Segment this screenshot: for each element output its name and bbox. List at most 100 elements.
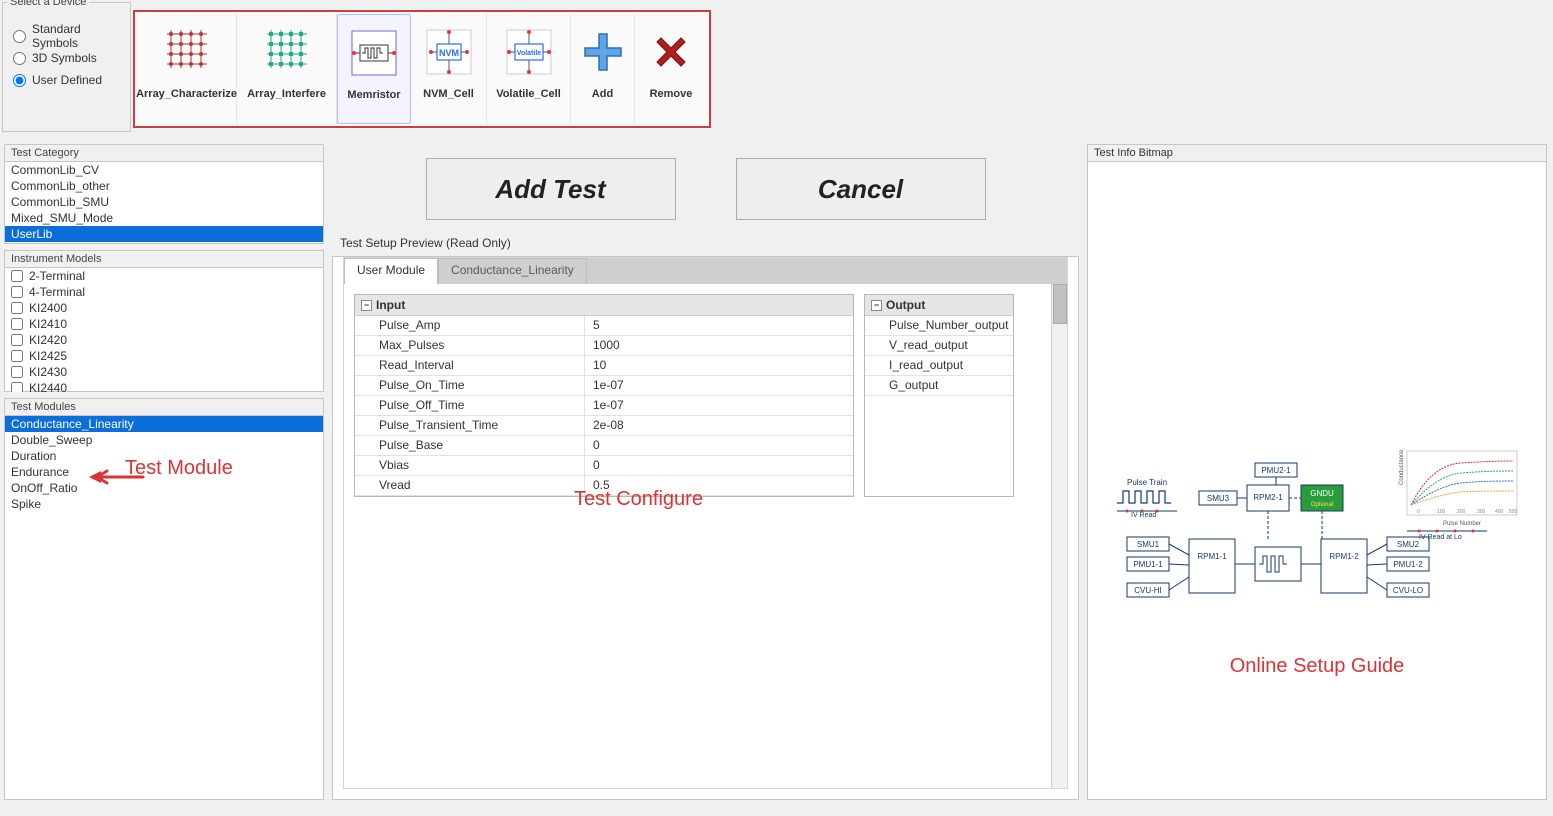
radio-standard-symbols-label: Standard Symbols [32,22,122,50]
add-test-button[interactable]: Add Test [426,158,676,220]
property-key: Max_Pulses [355,336,585,355]
checkbox-input[interactable] [11,334,23,346]
toolbar-item-label: Add [592,88,613,100]
toolbar-item-nvm-cell[interactable]: NVM NVM_Cell [411,14,487,124]
list-item[interactable]: OnOff_Ratio [5,480,323,496]
toolbar-item-add[interactable]: Add [571,14,635,124]
cancel-button[interactable]: Cancel [736,158,986,220]
test-modules-panel: Test Modules Conductance_LinearityDouble… [4,398,324,800]
property-row[interactable]: Pulse_On_Time1e-07 [355,376,853,396]
property-value: 5 [585,316,853,335]
tab-user-module[interactable]: User Module [344,258,438,284]
property-row[interactable]: G_output [865,376,1013,396]
svg-text:300: 300 [1477,509,1486,515]
property-row[interactable]: Vbias0 [355,456,853,476]
check-item[interactable]: 4-Terminal [5,284,323,300]
list-item[interactable]: CommonLib_SMU [5,194,323,210]
property-row[interactable]: Read_Interval10 [355,356,853,376]
test-category-title: Test Category [5,145,323,162]
list-item[interactable]: UserLib [5,226,323,242]
radio-user-defined-label: User Defined [32,73,102,87]
check-item[interactable]: KI2420 [5,332,323,348]
toolbar-item-volatile-cell[interactable]: Volatile Volatile_Cell [487,14,571,124]
property-row[interactable]: Pulse_Amp5 [355,316,853,336]
property-key: Pulse_Off_Time [355,396,585,415]
tab-conductance-linearity[interactable]: Conductance_Linearity [438,258,587,284]
toolbar-item-remove[interactable]: Remove [635,14,707,124]
svg-text:RPM1-1: RPM1-1 [1197,552,1227,561]
svg-text:GNDU: GNDU [1310,489,1334,498]
property-row[interactable]: I_read_output [865,356,1013,376]
instrument-models-panel: Instrument Models 2-Terminal4-TerminalKI… [4,250,324,392]
list-item[interactable]: Conductance_Linearity [5,416,323,432]
test-modules-listbox[interactable]: Conductance_LinearityDouble_SweepDuratio… [5,416,323,816]
radio-standard-symbols-input[interactable] [13,30,26,43]
check-item-label: KI2410 [29,317,67,331]
checkbox-input[interactable] [11,270,23,282]
select-device-panel: Select a Device Standard Symbols 3D Symb… [2,2,131,132]
property-row[interactable]: Pulse_Base0 [355,436,853,456]
property-key: V_read_output [865,336,1013,355]
memristor-icon [344,23,404,83]
property-row[interactable]: V_read_output [865,336,1013,356]
property-row[interactable]: Pulse_Number_output [865,316,1013,336]
property-value: 1e-07 [585,376,853,395]
test-category-listbox[interactable]: CommonLib_CVCommonLib_otherCommonLib_SMU… [5,162,323,244]
radio-user-defined-input[interactable] [13,74,26,87]
list-item[interactable]: Mixed_SMU_Mode [5,210,323,226]
svg-text:SMU1: SMU1 [1137,540,1160,549]
checkbox-input[interactable] [11,318,23,330]
check-item[interactable]: KI2400 [5,300,323,316]
check-item[interactable]: KI2425 [5,348,323,364]
list-item[interactable]: Spike [5,496,323,512]
property-value: 2e-08 [585,416,853,435]
property-row[interactable]: Pulse_Transient_Time2e-08 [355,416,853,436]
nvm-cell-icon: NVM [419,22,479,82]
checkbox-input[interactable] [11,302,23,314]
toolbar-item-array-characterize[interactable]: Array_Characterize [137,14,237,124]
toolbar-item-label: Memristor [347,89,400,101]
property-value: 0 [585,456,853,475]
list-item[interactable]: Endurance [5,464,323,480]
check-item[interactable]: KI2430 [5,364,323,380]
toolbar-item-memristor[interactable]: Memristor [337,14,411,124]
instrument-models-listbox[interactable]: 2-Terminal4-TerminalKI2400KI2410KI2420KI… [5,268,323,392]
svg-text:Conductance: Conductance [1399,449,1405,485]
collapse-icon[interactable]: − [871,300,882,311]
list-item[interactable]: Duration [5,448,323,464]
property-key: G_output [865,376,1013,395]
toolbar-item-array-interfere[interactable]: Array_Interfere [237,14,337,124]
svg-text:SMU3: SMU3 [1207,494,1230,503]
check-item[interactable]: KI2440 [5,380,323,392]
radio-3d-symbols[interactable]: 3D Symbols [13,47,122,69]
check-item[interactable]: KI2410 [5,316,323,332]
select-device-legend: Select a Device [7,0,89,8]
svg-text:500: 500 [1509,509,1518,515]
checkbox-input[interactable] [11,366,23,378]
radio-3d-symbols-input[interactable] [13,52,26,65]
radio-user-defined[interactable]: User Defined [13,69,122,91]
property-row[interactable]: Vread0.5 [355,476,853,496]
check-item[interactable]: 2-Terminal [5,268,323,284]
checkbox-input[interactable] [11,286,23,298]
check-item-label: KI2400 [29,301,67,315]
preview-scrollbar[interactable] [1051,284,1067,788]
svg-text:CVU-LO: CVU-LO [1393,586,1423,595]
test-info-bitmap-body: Pulse Train IV Read SMU1 PMU1-1 CVU-HI R… [1088,162,1546,798]
property-value: 0.5 [585,476,853,495]
list-item[interactable]: CommonLib_other [5,178,323,194]
list-item[interactable]: CommonLib_CV [5,162,323,178]
svg-text:CVU-HI: CVU-HI [1134,586,1162,595]
check-item-label: KI2425 [29,349,67,363]
collapse-icon[interactable]: − [361,300,372,311]
radio-standard-symbols[interactable]: Standard Symbols [13,25,122,47]
property-key: Vbias [355,456,585,475]
property-row[interactable]: Max_Pulses1000 [355,336,853,356]
checkbox-input[interactable] [11,350,23,362]
list-item[interactable]: Double_Sweep [5,432,323,448]
checkbox-input[interactable] [11,382,23,392]
property-row[interactable]: Pulse_Off_Time1e-07 [355,396,853,416]
property-key: Pulse_Base [355,436,585,455]
check-item-label: KI2430 [29,365,67,379]
array-characterize-icon [157,22,217,82]
